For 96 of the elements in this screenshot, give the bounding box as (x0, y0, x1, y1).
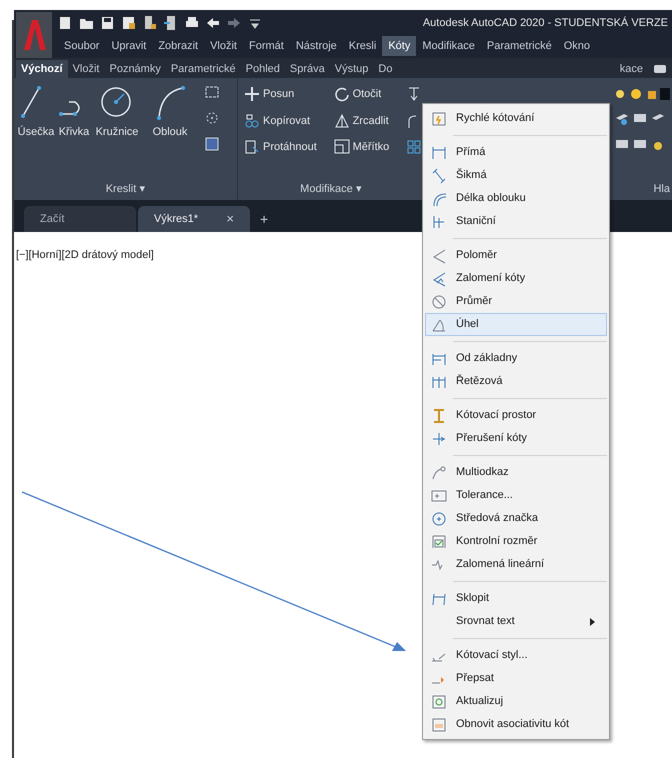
tool-button[interactable]: Kopírovat (263, 112, 310, 129)
arc-length-icon[interactable] (431, 190, 447, 206)
stretch-icon[interactable] (244, 139, 260, 156)
menu-item[interactable]: Formát (242, 36, 290, 56)
mirror-icon[interactable] (334, 112, 350, 129)
tool-button[interactable]: Otočit (352, 86, 382, 102)
copy-icon[interactable] (244, 112, 260, 129)
diameter-icon[interactable] (431, 294, 447, 310)
menu-item[interactable]: Srovnat text (425, 610, 607, 633)
panel-title[interactable]: Hla (653, 178, 672, 200)
redo-icon[interactable] (226, 15, 242, 31)
menu-item[interactable]: Kóty (382, 36, 416, 56)
menu-item[interactable]: Zalomení kóty (425, 267, 607, 290)
menu-item[interactable]: Poloměr (425, 244, 607, 267)
ellipse-tool-icon[interactable] (204, 110, 220, 126)
tool-button[interactable]: Oblouk (152, 124, 188, 140)
panel-title[interactable]: Modifikace ▾ (238, 178, 424, 200)
leader-icon[interactable] (431, 464, 447, 480)
viewport-label[interactable]: [−][Horní][2D drátový model] (16, 249, 154, 261)
menu-item[interactable]: Zalomená lineární (425, 553, 607, 576)
window-title: Autodesk AutoCAD 2020 - STUDENTSKÁ VERZE (422, 16, 669, 31)
update-icon[interactable] (431, 694, 447, 710)
menu-item[interactable]: Zobrazit (152, 36, 204, 56)
save-icon[interactable] (100, 15, 116, 31)
menu-item[interactable]: Průměr (425, 290, 607, 313)
ribbon-tab[interactable]: Poznámky (104, 60, 166, 78)
menu-item[interactable]: Upravit (105, 36, 152, 56)
menu-item[interactable]: Středová značka (425, 507, 607, 530)
save-as-icon[interactable] (121, 15, 137, 31)
break-icon[interactable] (431, 430, 447, 446)
menu-item[interactable]: Nástroje (290, 36, 343, 56)
linear-dimension-icon[interactable] (431, 144, 447, 160)
menu-item[interactable]: Přepsat (425, 667, 607, 690)
ribbon-tab[interactable]: Výstup (330, 60, 374, 78)
menu-item[interactable]: Vložit (204, 36, 243, 56)
menu-item[interactable]: Šikmá (425, 164, 607, 187)
tolerance-icon[interactable] (431, 488, 447, 504)
new-tab-button[interactable]: + (252, 206, 276, 232)
menu-item[interactable]: Přerušení kóty (425, 427, 607, 450)
tool-button[interactable]: Měřítko (352, 139, 390, 156)
document-tab[interactable]: Výkres1* × (138, 206, 250, 232)
rotate-icon[interactable] (334, 86, 350, 102)
ribbon-tab[interactable]: Výchozí (16, 60, 68, 78)
menu-item[interactable]: Obnovit asociativitu kót (425, 713, 607, 736)
trim-icon[interactable] (406, 86, 422, 102)
close-tab-button[interactable]: × (226, 209, 234, 229)
ribbon-tab[interactable]: Vložit (68, 60, 104, 78)
quick-dimension-icon[interactable] (431, 110, 447, 126)
menu-item[interactable]: Přímá (425, 141, 607, 164)
menu-item[interactable]: Multiodkaz (425, 461, 607, 484)
scale-icon[interactable] (334, 139, 350, 156)
ordinate-icon[interactable] (431, 214, 447, 230)
radius-icon[interactable] (431, 248, 447, 264)
menu-item[interactable]: Parametrické (480, 36, 558, 56)
menu-item[interactable]: Řetězová (425, 370, 607, 393)
array-icon[interactable] (406, 139, 422, 155)
menu-item[interactable]: Tolerance... (425, 484, 607, 507)
menu-item[interactable]: Od základny (425, 347, 607, 370)
device-icon[interactable] (142, 15, 158, 31)
tool-button[interactable]: Úsečka (18, 124, 54, 140)
reassociate-icon[interactable] (431, 716, 447, 732)
aligned-dimension-icon[interactable] (431, 168, 447, 184)
menu-item[interactable]: Kótovací styl... (425, 644, 607, 667)
menu-item[interactable]: Staniční (425, 210, 607, 233)
menu-item[interactable]: Kótovací prostor (425, 404, 607, 427)
menu-item[interactable]: Kontrolní rozměr (425, 530, 607, 553)
ribbon-tab[interactable]: Parametrické (166, 60, 241, 78)
hatch-tool-icon[interactable] (204, 136, 220, 152)
inspect-icon[interactable] (431, 534, 447, 550)
menu-item[interactable]: Soubor (58, 36, 106, 56)
menu-item[interactable]: Modifikace (416, 36, 481, 56)
center-mark-icon[interactable] (431, 510, 447, 526)
tool-button[interactable]: Křivka (58, 124, 90, 140)
menu-item[interactable]: Aktualizuj (425, 690, 607, 713)
move-icon[interactable] (244, 86, 260, 102)
panel-toggle-icon[interactable] (654, 64, 666, 74)
undo-icon[interactable] (205, 15, 221, 31)
tool-button[interactable]: Zrcadlit (352, 112, 389, 129)
menu-item[interactable]: Délka oblouku (425, 187, 607, 210)
tool-button[interactable]: Posun (263, 86, 294, 102)
menu-item[interactable]: Kresli (342, 36, 382, 56)
tool-button[interactable]: Kružnice (96, 124, 138, 140)
jogged-icon[interactable] (431, 270, 447, 286)
submenu-arrow-icon[interactable] (590, 618, 596, 626)
document-tab[interactable]: Začít (24, 206, 136, 232)
ribbon-tab[interactable]: Do (373, 60, 398, 78)
menu-item[interactable]: Rychlé kótování (425, 107, 607, 130)
ribbon-tab[interactable]: kace (614, 60, 648, 78)
menu-item[interactable]: Úhel (425, 313, 607, 336)
menu-item[interactable]: Sklopit (425, 587, 607, 610)
menu-item[interactable]: Okno (558, 36, 596, 56)
tool-button[interactable]: Protáhnout (263, 139, 317, 156)
ribbon-tab[interactable]: Pohled (240, 60, 285, 78)
ribbon-tab[interactable]: Správa (284, 60, 330, 78)
panel-title[interactable]: Kreslit ▾ (14, 178, 237, 200)
rectangle-tool-icon[interactable] (204, 84, 220, 100)
